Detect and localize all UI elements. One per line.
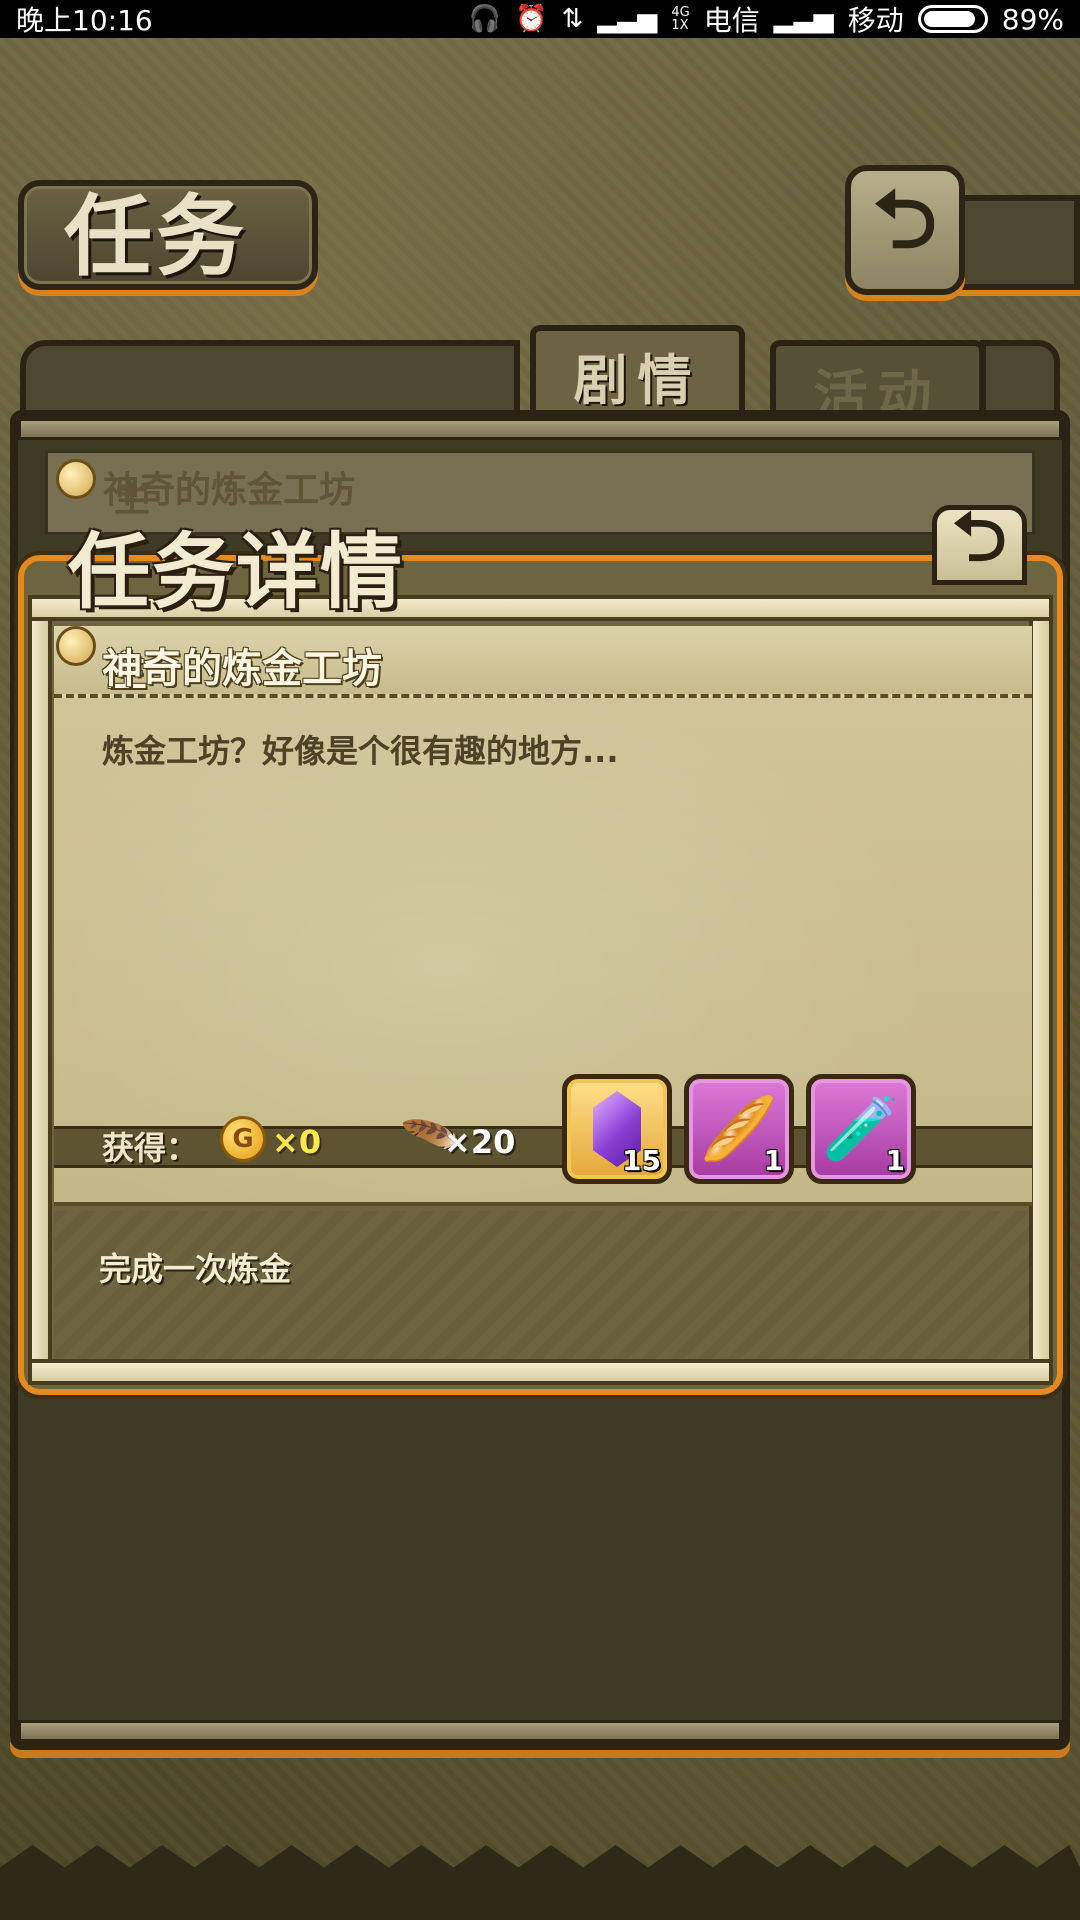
status-time: 晚上10:16 — [16, 4, 153, 37]
tab-story-label: 剧情 — [573, 348, 702, 412]
status-bar: 晚上10:16 🎧 ⏰ ⇅ ▂▃▅ 4G 1X 电信 ▂▃▅ 移动 89% — [0, 0, 1080, 38]
reward-item-bread[interactable]: 🥖 1 — [684, 1074, 794, 1184]
status-icons: 🎧 ⏰ ⇅ ▂▃▅ 4G 1X 电信 ▂▃▅ 移动 89% — [469, 0, 1064, 39]
tab-rail-left — [20, 340, 520, 420]
return-arrow-icon: ⮌ — [952, 498, 1007, 577]
panel-frame-bottom — [18, 1720, 1062, 1742]
gold-amount: ×0 — [272, 1123, 322, 1161]
carrier-1: 电信 — [703, 4, 760, 37]
page-title-plaque: 任务 — [18, 180, 318, 290]
reward-item-crystal[interactable]: 15 — [562, 1074, 672, 1184]
gold-coin-letter: G — [232, 1124, 254, 1154]
main-quest-badge-icon: 主 — [56, 626, 147, 695]
tab-rail-right — [980, 340, 1060, 420]
alarm-icon: ⏰ — [515, 4, 548, 34]
page-title: 任务 — [64, 184, 249, 288]
network-type: 4G 1X — [671, 6, 689, 32]
quest-name-bar: 主 神奇的炼金工坊 — [54, 626, 1032, 698]
back-button[interactable]: ⮌ — [845, 165, 965, 295]
quest-detail-dialog: 主 神奇的炼金工坊 炼金工坊？好像是个很有趣的地方... 获得： G ×0 🪶 … — [18, 555, 1063, 1395]
panel-frame-top — [18, 418, 1062, 440]
item-count: 1 — [885, 1144, 905, 1177]
tab-bar: 剧情 活动 — [20, 325, 1060, 435]
condition-area — [54, 1211, 1032, 1381]
reward-label: 获得： — [102, 1129, 199, 1167]
headphones-icon: 🎧 — [468, 4, 502, 34]
data-transfer-icon: ⇅ — [561, 4, 584, 34]
battery-icon — [917, 5, 988, 33]
network-sub-label: 1X — [671, 18, 689, 33]
signal-icon: ▂▃▅ — [597, 4, 658, 34]
reward-item-potion[interactable]: 🧪 1 — [806, 1074, 916, 1184]
battery-fill — [923, 11, 976, 27]
frame-rail-bottom — [28, 1359, 1053, 1385]
detail-back-button[interactable]: ⮌ — [932, 498, 1027, 585]
detail-title: 任务详情 — [68, 524, 405, 620]
signal-icon-2: ▂▃▅ — [773, 4, 834, 34]
tab-story[interactable]: 剧情 — [530, 325, 745, 420]
header-right-plate — [955, 195, 1080, 290]
item-count: 1 — [763, 1144, 783, 1177]
frame-rail-left — [28, 601, 52, 1379]
carrier-2: 移动 — [847, 4, 904, 37]
quest-name: 神奇的炼金工坊 — [102, 646, 382, 692]
gold-coin-icon: G — [220, 1116, 266, 1162]
item-count: 15 — [622, 1144, 661, 1177]
battery-percent: 89% — [1001, 2, 1064, 36]
quest-parchment: 主 神奇的炼金工坊 炼金工坊？好像是个很有趣的地方... 获得： G ×0 🪶 … — [54, 626, 1032, 1206]
feather-amount: ×20 — [444, 1123, 516, 1161]
frame-rail-right — [1029, 601, 1053, 1379]
quest-condition: 完成一次炼金 — [99, 1250, 292, 1288]
main-quest-badge-icon: 主 — [56, 459, 150, 520]
return-arrow-icon: ⮌ — [872, 173, 938, 266]
quest-description: 炼金工坊？好像是个很有趣的地方... — [102, 732, 619, 770]
